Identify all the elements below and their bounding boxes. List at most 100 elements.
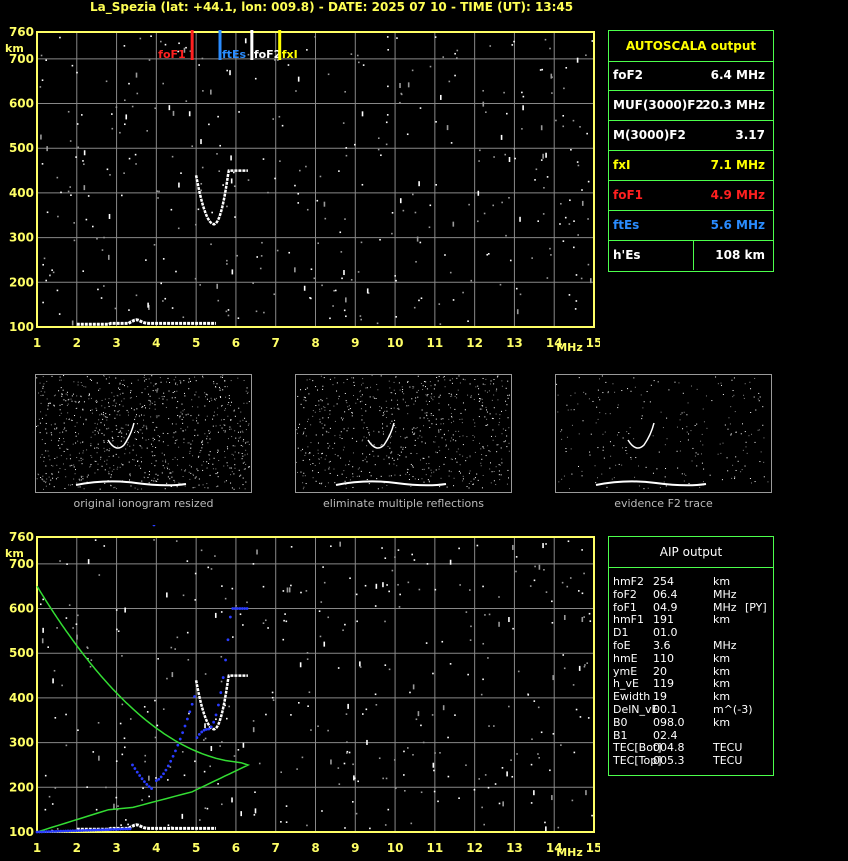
fit-point [59, 829, 63, 833]
noise-dot [630, 390, 632, 392]
noise-dot [42, 475, 44, 477]
noise-dot [504, 153, 507, 156]
noise-dot [366, 739, 368, 745]
noise-dot [533, 579, 536, 582]
noise-dot [369, 396, 371, 398]
noise-dot [336, 382, 338, 384]
noise-dot [481, 405, 483, 407]
noise-dot [438, 375, 440, 377]
noise-dot [365, 387, 367, 389]
noise-dot [638, 485, 640, 487]
noise-dot [44, 808, 47, 811]
noise-dot [138, 465, 140, 467]
noise-dot [213, 383, 215, 385]
noise-dot [431, 714, 434, 716]
noise-dot [472, 434, 474, 436]
thumb-f-trace [627, 422, 655, 449]
aip-value: 110 [653, 651, 674, 665]
noise-dot [124, 453, 126, 455]
noise-dot [462, 435, 464, 437]
noise-dot [334, 442, 336, 444]
noise-dot [360, 408, 362, 410]
noise-dot [122, 405, 124, 407]
noise-dot [456, 377, 458, 379]
noise-dot [558, 481, 560, 483]
noise-dot [587, 180, 590, 183]
noise-dot [240, 811, 242, 817]
noise-dot [490, 482, 492, 484]
noise-dot [426, 395, 428, 397]
noise-dot [171, 155, 174, 158]
x-tick-label: 1 [33, 841, 41, 855]
fit-point [69, 829, 72, 833]
fit-point [119, 827, 122, 831]
noise-dot [366, 479, 368, 481]
noise-dot [188, 471, 190, 473]
y-tick-label: 600 [9, 97, 34, 111]
fit-point [190, 702, 194, 706]
aip-name: B1 [613, 728, 628, 742]
noise-dot [589, 620, 592, 622]
noise-dot [414, 439, 416, 441]
noise-dot [136, 408, 138, 410]
noise-dot [527, 694, 530, 696]
noise-dot [446, 125, 449, 131]
noise-dot [402, 388, 404, 390]
noise-dot [45, 279, 48, 282]
noise-dot [140, 461, 142, 463]
noise-dot [364, 584, 367, 587]
noise-dot [315, 405, 317, 407]
noise-dot [506, 435, 508, 437]
f-layer-trace [194, 674, 248, 731]
noise-dot [321, 284, 323, 287]
noise-dot [159, 436, 161, 438]
noise-dot [681, 412, 683, 414]
noise-dot [123, 746, 126, 749]
noise-dot [233, 185, 236, 188]
noise-dot [434, 385, 436, 387]
fit-point [140, 777, 144, 781]
noise-dot [204, 673, 207, 675]
noise-dot [54, 717, 57, 719]
fit-point [42, 830, 46, 834]
noise-dot [162, 465, 164, 467]
noise-dot [658, 451, 660, 453]
noise-dot [240, 431, 242, 433]
noise-dot [634, 386, 636, 388]
noise-dot [628, 433, 630, 435]
noise-dot [134, 438, 136, 440]
noise-dot [226, 462, 228, 464]
noise-dot [373, 397, 375, 399]
noise-dot [197, 470, 199, 472]
noise-dot [575, 708, 578, 711]
noise-dot [323, 201, 326, 207]
noise-dot [493, 480, 495, 482]
noise-dot [555, 119, 557, 122]
noise-dot [68, 484, 70, 486]
noise-dot [581, 189, 583, 191]
noise-dot [462, 480, 464, 482]
noise-dot [101, 249, 104, 251]
noise-dot [82, 441, 84, 443]
noise-dot [317, 452, 319, 454]
fit-point [171, 754, 175, 758]
noise-dot [557, 826, 560, 829]
noise-dot [75, 469, 77, 471]
aip-value: 254 [653, 575, 674, 588]
aip-value: 20 [653, 664, 667, 678]
noise-dot [96, 409, 98, 411]
noise-dot [499, 414, 501, 416]
noise-dot [652, 435, 654, 437]
noise-dot [127, 414, 129, 416]
noise-dot [272, 118, 275, 120]
noise-dot [491, 435, 493, 437]
thumbnail-image [556, 375, 769, 490]
noise-dot [59, 404, 61, 406]
noise-dot [97, 463, 99, 465]
noise-dot [297, 471, 299, 473]
noise-dot [318, 462, 320, 464]
noise-dot [347, 406, 349, 408]
noise-dot [419, 107, 422, 109]
noise-dot [589, 278, 592, 284]
noise-dot [362, 460, 364, 462]
